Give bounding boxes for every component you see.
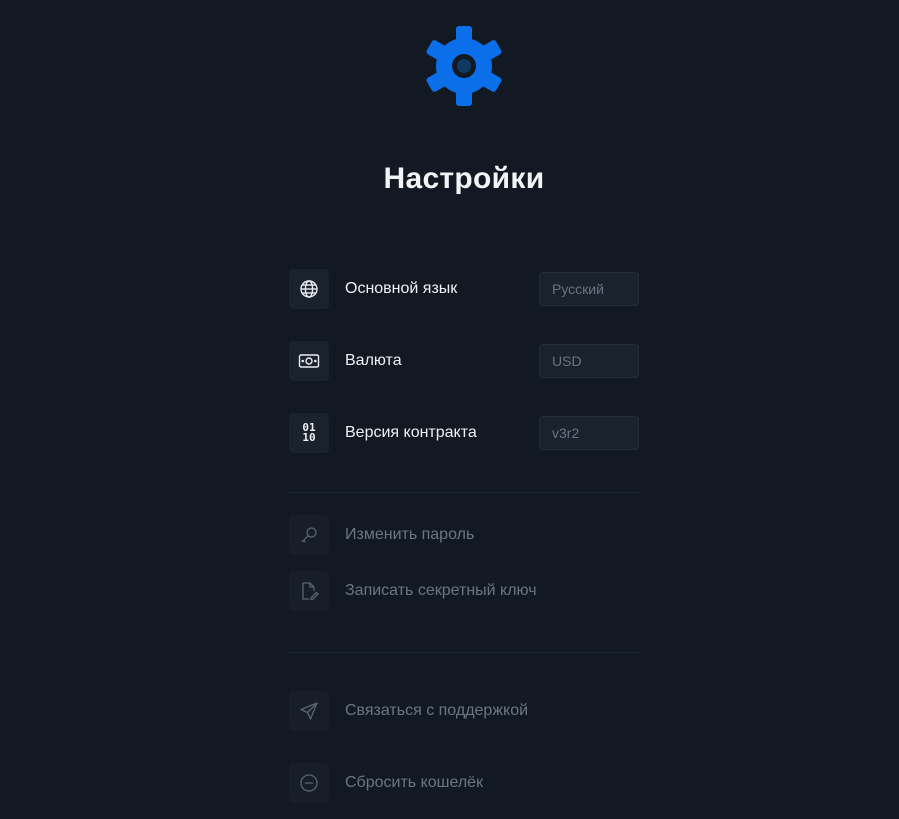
setting-label-contract-version: Версия контракта [345, 424, 477, 441]
setting-row-currency[interactable]: Валюта [289, 341, 639, 381]
write-secret-key-label: Записать секретный ключ [345, 582, 537, 599]
contact-support-button[interactable]: Связаться с поддержкой [289, 691, 639, 731]
minus-circle-icon [289, 763, 329, 803]
divider [289, 652, 639, 653]
key-icon [289, 515, 329, 555]
reset-wallet-label: Сбросить кошелёк [345, 774, 484, 791]
banknote-icon [289, 341, 329, 381]
write-secret-key-button[interactable]: Записать секретный ключ [289, 571, 639, 611]
change-password-label: Изменить пароль [345, 526, 475, 543]
divider [289, 492, 639, 493]
binary-icon: 01 10 [289, 413, 329, 453]
document-pen-icon [289, 571, 329, 611]
page-title: Настройки [383, 162, 545, 195]
setting-label-currency: Валюта [345, 352, 402, 369]
language-field[interactable] [539, 272, 639, 306]
paper-plane-icon [289, 691, 329, 731]
currency-field[interactable] [539, 344, 639, 378]
gear-icon [426, 26, 502, 106]
contract-version-field[interactable] [539, 416, 639, 450]
reset-wallet-button[interactable]: Сбросить кошелёк [289, 763, 639, 803]
change-password-button[interactable]: Изменить пароль [289, 515, 639, 555]
setting-row-language[interactable]: Основной язык [289, 269, 639, 309]
setting-label-language: Основной язык [345, 280, 458, 297]
contact-support-label: Связаться с поддержкой [345, 702, 529, 719]
setting-row-contract-version[interactable]: 01 10 Версия контракта [289, 413, 639, 453]
settings-page: Настройки Основной язык Валюта [0, 0, 899, 819]
globe-icon [289, 269, 329, 309]
